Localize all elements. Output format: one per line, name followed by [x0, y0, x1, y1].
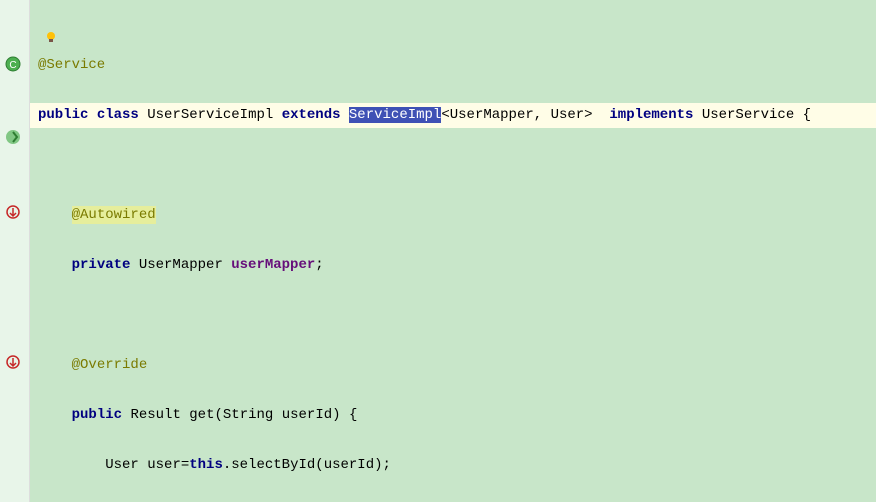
type-ref: Result — [130, 407, 180, 423]
type-ref: String — [223, 407, 273, 423]
editor-gutter: C — [0, 0, 30, 502]
type-ref: User — [551, 107, 585, 123]
annotation: @Service — [38, 57, 105, 73]
field-name: userMapper — [231, 257, 315, 273]
svg-text:C: C — [9, 60, 16, 71]
param-name: userId — [282, 407, 332, 423]
code-line[interactable] — [30, 303, 876, 328]
punct: . — [223, 457, 231, 473]
keyword-implements: implements — [609, 107, 693, 123]
code-line[interactable]: @Autowired — [30, 203, 876, 228]
punct: { — [803, 107, 811, 123]
code-line[interactable] — [30, 153, 876, 178]
var-name: user — [147, 457, 181, 473]
code-line[interactable]: User user=this.selectById(userId); — [30, 453, 876, 478]
var-ref: userId — [324, 457, 374, 473]
punct: ( — [315, 457, 323, 473]
code-line[interactable]: public Result get(String userId) { — [30, 403, 876, 428]
class-gutter-icon[interactable]: C — [4, 55, 22, 73]
keyword-private: private — [72, 257, 131, 273]
punct: ; — [315, 257, 323, 273]
annotation-autowired: @Autowired — [72, 206, 156, 224]
keyword-class: class — [97, 107, 139, 123]
punct: , — [534, 107, 551, 123]
class-name: UserServiceImpl — [147, 107, 273, 123]
override-gutter-icon[interactable] — [4, 353, 22, 371]
punct: ( — [214, 407, 222, 423]
keyword-extends: extends — [282, 107, 341, 123]
punct: { — [349, 407, 357, 423]
punct: ) — [332, 407, 340, 423]
type-ref: UserMapper — [139, 257, 223, 273]
punct: = — [181, 457, 189, 473]
code-line-current[interactable]: public class UserServiceImpl extends Ser… — [30, 103, 876, 128]
code-line[interactable]: @Service — [30, 53, 876, 78]
lightbulb-icon[interactable] — [45, 31, 57, 43]
type-ref: User — [105, 457, 139, 473]
punct: ; — [383, 457, 391, 473]
punct: ) — [374, 457, 382, 473]
punct: > — [584, 107, 592, 123]
method-name: get — [189, 407, 214, 423]
code-editor[interactable]: @Service public class UserServiceImpl ex… — [30, 0, 876, 502]
keyword-public: public — [72, 407, 122, 423]
keyword-public: public — [38, 107, 88, 123]
annotation-override: @Override — [72, 357, 148, 373]
keyword-this: this — [189, 457, 223, 473]
implements-gutter-icon[interactable] — [4, 128, 22, 146]
code-line[interactable]: @Override — [30, 353, 876, 378]
code-line[interactable]: private UserMapper userMapper; — [30, 253, 876, 278]
type-ref: UserService — [702, 107, 794, 123]
type-ref: UserMapper — [450, 107, 534, 123]
override-gutter-icon[interactable] — [4, 203, 22, 221]
method-call: selectById — [231, 457, 315, 473]
selected-text: ServiceImpl — [349, 107, 441, 123]
punct: < — [441, 107, 449, 123]
